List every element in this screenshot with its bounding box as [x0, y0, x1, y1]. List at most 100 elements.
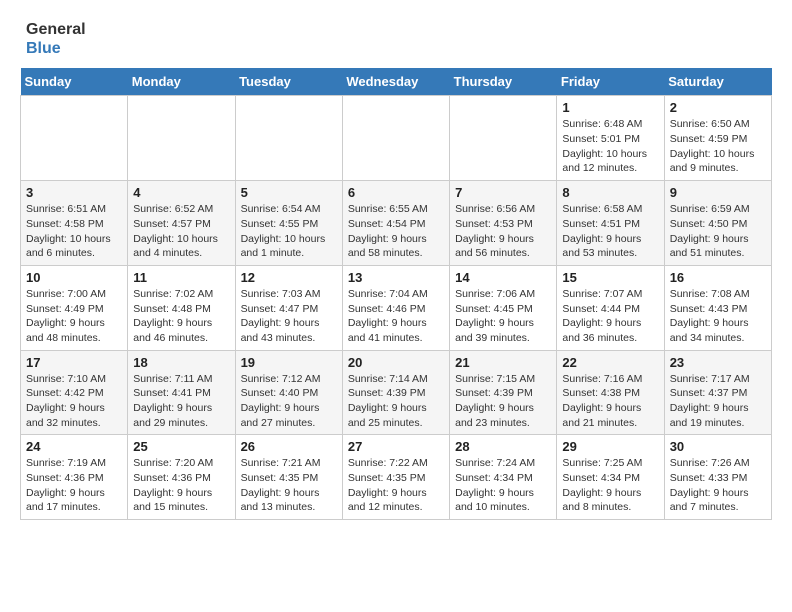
day-cell: 29 Sunrise: 7:25 AMSunset: 4:34 PMDayligh…	[557, 435, 664, 520]
calendar-table: SundayMondayTuesdayWednesdayThursdayFrid…	[20, 68, 772, 520]
day-cell	[342, 96, 449, 181]
day-cell: 14Sunrise: 7:06 AMSunset: 4:45 PMDayligh…	[450, 265, 557, 350]
day-info: Sunrise: 7:04 AMSunset: 4:46 PMDaylight:…	[348, 287, 444, 346]
day-info: Sunrise: 6:48 AMSunset: 5:01 PMDaylight:…	[562, 117, 658, 176]
day-info: Sunrise: 7:19 AMSunset: 4:36 PMDaylight:…	[26, 456, 122, 515]
weekday-wednesday: Wednesday	[342, 68, 449, 96]
day-number: 16	[670, 270, 766, 285]
weekday-saturday: Saturday	[664, 68, 771, 96]
day-info: Sunrise: 6:58 AMSunset: 4:51 PMDaylight:…	[562, 202, 658, 261]
weekday-tuesday: Tuesday	[235, 68, 342, 96]
day-info: Sunrise: 6:55 AMSunset: 4:54 PMDaylight:…	[348, 202, 444, 261]
day-info: Sunrise: 7:00 AMSunset: 4:49 PMDaylight:…	[26, 287, 122, 346]
weekday-header-row: SundayMondayTuesdayWednesdayThursdayFrid…	[21, 68, 772, 96]
week-row-5: 24Sunrise: 7:19 AMSunset: 4:36 PMDayligh…	[21, 435, 772, 520]
day-number: 17	[26, 355, 122, 370]
day-cell: 13 Sunrise: 7:04 AMSunset: 4:46 PMDayligh…	[342, 265, 449, 350]
day-info: Sunrise: 7:10 AMSunset: 4:42 PMDaylight:…	[26, 372, 122, 431]
day-info: Sunrise: 7:22 AMSunset: 4:35 PMDaylight:…	[348, 456, 444, 515]
week-row-3: 10 Sunrise: 7:00 AMSunset: 4:49 PMDayligh…	[21, 265, 772, 350]
weekday-thursday: Thursday	[450, 68, 557, 96]
day-cell: 3 Sunrise: 6:51 AMSunset: 4:58 PMDaylight…	[21, 181, 128, 266]
day-number: 10	[26, 270, 122, 285]
logo-blue-text: Blue	[26, 39, 86, 58]
day-info: Sunrise: 7:08 AMSunset: 4:43 PMDaylight:…	[670, 287, 766, 346]
day-cell: 6 Sunrise: 6:55 AMSunset: 4:54 PMDaylight…	[342, 181, 449, 266]
day-cell: 25 Sunrise: 7:20 AMSunset: 4:36 PMDayligh…	[128, 435, 235, 520]
day-number: 27	[348, 439, 444, 454]
day-number: 22	[562, 355, 658, 370]
day-cell: 21 Sunrise: 7:15 AMSunset: 4:39 PMDayligh…	[450, 350, 557, 435]
day-cell: 26Sunrise: 7:21 AMSunset: 4:35 PMDayligh…	[235, 435, 342, 520]
day-info: Sunrise: 6:50 AMSunset: 4:59 PMDaylight:…	[670, 117, 766, 176]
day-number: 7	[455, 185, 551, 200]
day-number: 1	[562, 100, 658, 115]
day-info: Sunrise: 7:03 AMSunset: 4:47 PMDaylight:…	[241, 287, 337, 346]
day-cell: 10 Sunrise: 7:00 AMSunset: 4:49 PMDayligh…	[21, 265, 128, 350]
day-info: Sunrise: 7:15 AMSunset: 4:39 PMDaylight:…	[455, 372, 551, 431]
day-number: 30	[670, 439, 766, 454]
day-cell: 18Sunrise: 7:11 AMSunset: 4:41 PMDayligh…	[128, 350, 235, 435]
calendar-body: 1 Sunrise: 6:48 AMSunset: 5:01 PMDaylight…	[21, 96, 772, 520]
day-number: 19	[241, 355, 337, 370]
day-info: Sunrise: 7:26 AMSunset: 4:33 PMDaylight:…	[670, 456, 766, 515]
day-info: Sunrise: 7:07 AMSunset: 4:44 PMDaylight:…	[562, 287, 658, 346]
day-info: Sunrise: 7:11 AMSunset: 4:41 PMDaylight:…	[133, 372, 229, 431]
day-cell: 1 Sunrise: 6:48 AMSunset: 5:01 PMDaylight…	[557, 96, 664, 181]
day-cell: 8 Sunrise: 6:58 AMSunset: 4:51 PMDaylight…	[557, 181, 664, 266]
day-cell: 17 Sunrise: 7:10 AMSunset: 4:42 PMDayligh…	[21, 350, 128, 435]
day-number: 6	[348, 185, 444, 200]
day-number: 28	[455, 439, 551, 454]
day-cell: 9Sunrise: 6:59 AMSunset: 4:50 PMDaylight…	[664, 181, 771, 266]
day-number: 8	[562, 185, 658, 200]
day-cell: 7 Sunrise: 6:56 AMSunset: 4:53 PMDaylight…	[450, 181, 557, 266]
logo: GeneralBlue	[20, 20, 86, 58]
day-info: Sunrise: 7:12 AMSunset: 4:40 PMDaylight:…	[241, 372, 337, 431]
day-info: Sunrise: 7:21 AMSunset: 4:35 PMDaylight:…	[241, 456, 337, 515]
day-cell: 15 Sunrise: 7:07 AMSunset: 4:44 PMDayligh…	[557, 265, 664, 350]
day-info: Sunrise: 7:24 AMSunset: 4:34 PMDaylight:…	[455, 456, 551, 515]
day-info: Sunrise: 6:51 AMSunset: 4:58 PMDaylight:…	[26, 202, 122, 261]
day-info: Sunrise: 7:25 AMSunset: 4:34 PMDaylight:…	[562, 456, 658, 515]
weekday-monday: Monday	[128, 68, 235, 96]
page-header: GeneralBlue	[20, 20, 772, 58]
week-row-2: 3 Sunrise: 6:51 AMSunset: 4:58 PMDaylight…	[21, 181, 772, 266]
day-number: 21	[455, 355, 551, 370]
day-info: Sunrise: 6:56 AMSunset: 4:53 PMDaylight:…	[455, 202, 551, 261]
day-number: 11	[133, 270, 229, 285]
day-number: 5	[241, 185, 337, 200]
week-row-1: 1 Sunrise: 6:48 AMSunset: 5:01 PMDaylight…	[21, 96, 772, 181]
day-cell: 24Sunrise: 7:19 AMSunset: 4:36 PMDayligh…	[21, 435, 128, 520]
weekday-friday: Friday	[557, 68, 664, 96]
day-number: 29	[562, 439, 658, 454]
day-cell: 16 Sunrise: 7:08 AMSunset: 4:43 PMDayligh…	[664, 265, 771, 350]
day-number: 9	[670, 185, 766, 200]
week-row-4: 17 Sunrise: 7:10 AMSunset: 4:42 PMDayligh…	[21, 350, 772, 435]
day-number: 13	[348, 270, 444, 285]
day-cell: 28 Sunrise: 7:24 AMSunset: 4:34 PMDayligh…	[450, 435, 557, 520]
day-number: 2	[670, 100, 766, 115]
day-number: 23	[670, 355, 766, 370]
day-cell: 5 Sunrise: 6:54 AMSunset: 4:55 PMDaylight…	[235, 181, 342, 266]
day-info: Sunrise: 6:54 AMSunset: 4:55 PMDaylight:…	[241, 202, 337, 261]
day-number: 4	[133, 185, 229, 200]
day-cell: 2 Sunrise: 6:50 AMSunset: 4:59 PMDaylight…	[664, 96, 771, 181]
logo-general-text: General	[26, 20, 86, 39]
day-cell: 12 Sunrise: 7:03 AMSunset: 4:47 PMDayligh…	[235, 265, 342, 350]
day-number: 3	[26, 185, 122, 200]
day-info: Sunrise: 7:16 AMSunset: 4:38 PMDaylight:…	[562, 372, 658, 431]
day-number: 15	[562, 270, 658, 285]
day-info: Sunrise: 7:14 AMSunset: 4:39 PMDaylight:…	[348, 372, 444, 431]
day-number: 25	[133, 439, 229, 454]
day-cell: 22 Sunrise: 7:16 AMSunset: 4:38 PMDayligh…	[557, 350, 664, 435]
day-number: 12	[241, 270, 337, 285]
day-cell: 4 Sunrise: 6:52 AMSunset: 4:57 PMDaylight…	[128, 181, 235, 266]
day-info: Sunrise: 7:20 AMSunset: 4:36 PMDaylight:…	[133, 456, 229, 515]
day-info: Sunrise: 7:02 AMSunset: 4:48 PMDaylight:…	[133, 287, 229, 346]
day-cell: 23Sunrise: 7:17 AMSunset: 4:37 PMDayligh…	[664, 350, 771, 435]
day-cell	[450, 96, 557, 181]
day-cell: 30 Sunrise: 7:26 AMSunset: 4:33 PMDayligh…	[664, 435, 771, 520]
day-cell: 27 Sunrise: 7:22 AMSunset: 4:35 PMDayligh…	[342, 435, 449, 520]
day-info: Sunrise: 6:52 AMSunset: 4:57 PMDaylight:…	[133, 202, 229, 261]
weekday-sunday: Sunday	[21, 68, 128, 96]
